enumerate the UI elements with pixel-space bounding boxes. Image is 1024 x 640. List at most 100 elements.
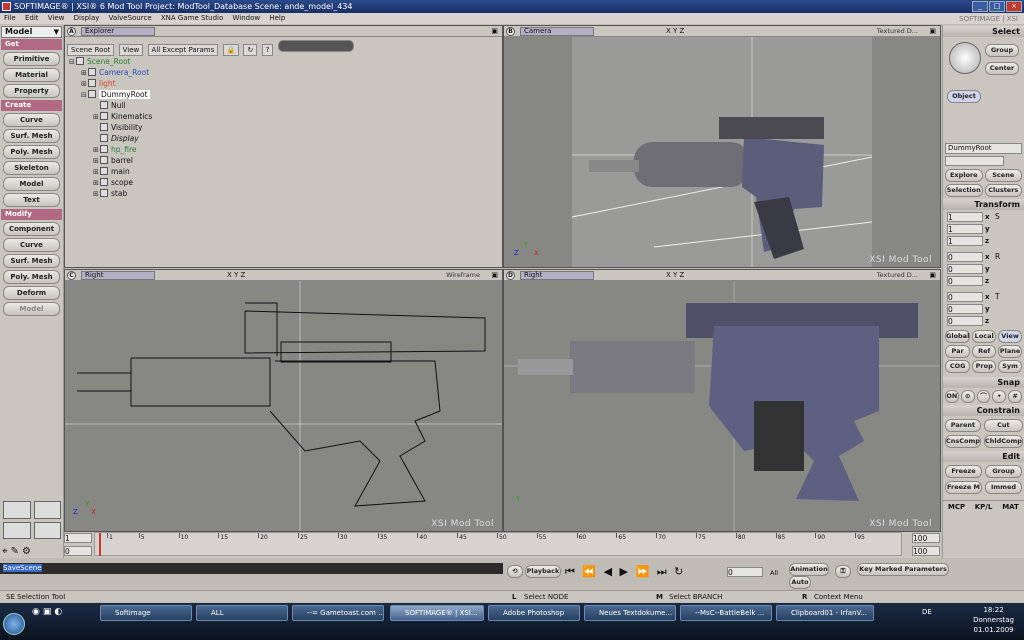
modify-poly-mesh-button[interactable]: Poly. Mesh bbox=[3, 270, 60, 284]
snap-grid2-icon[interactable]: # bbox=[1008, 390, 1022, 403]
rotate-z-field[interactable]: 0 bbox=[947, 275, 983, 286]
tree-node[interactable]: ⊞ main bbox=[69, 166, 152, 177]
cnscomp-button[interactable]: CnsComp bbox=[945, 435, 981, 448]
command-line[interactable]: SaveScene bbox=[0, 563, 503, 574]
create-poly-mesh-button[interactable]: Poly. Mesh bbox=[3, 145, 60, 159]
task-softimage-xsi[interactable]: SOFTIMAGE® | XSI... bbox=[390, 605, 484, 621]
key-icon[interactable]: ⚿ bbox=[835, 565, 851, 578]
task-photoshop[interactable]: Adobe Photoshop bbox=[488, 605, 580, 621]
viewport-letter[interactable]: C bbox=[67, 271, 76, 280]
layout-icon[interactable] bbox=[33, 521, 61, 539]
tab-mat[interactable]: MAT bbox=[997, 501, 1024, 513]
all-label[interactable]: All bbox=[770, 569, 778, 577]
translate-icon[interactable]: T bbox=[995, 292, 1000, 301]
axes-toggle[interactable]: X Y Z bbox=[666, 26, 684, 36]
create-surf-mesh-button[interactable]: Surf. Mesh bbox=[3, 129, 60, 143]
primitive-button[interactable]: Primitive bbox=[3, 52, 60, 66]
menu-xna[interactable]: XNA Game Studio bbox=[161, 14, 223, 22]
deform-button[interactable]: Deform bbox=[3, 286, 60, 300]
snap-point-icon[interactable]: • bbox=[992, 390, 1007, 403]
transport-buttons[interactable]: ⏮ ⏪ ◀ ▶ ⏩ ⏭ ↻ bbox=[565, 565, 685, 579]
clusters-button[interactable]: Clusters bbox=[984, 184, 1022, 197]
timeline-current-field[interactable]: 0 bbox=[64, 546, 92, 556]
tree-node[interactable]: ⊞ stab bbox=[69, 188, 152, 199]
object-sub-field[interactable] bbox=[945, 156, 1004, 166]
ref-button[interactable]: Ref bbox=[972, 345, 997, 358]
system-clock[interactable]: 18:22 Donnerstag 01.01.2009 bbox=[973, 605, 1014, 635]
create-model-button[interactable]: Model bbox=[3, 177, 60, 191]
toolbar-mode-select[interactable]: Model ▼ bbox=[1, 26, 62, 38]
translate-z-field[interactable]: 0 bbox=[947, 315, 983, 326]
scale-y-field[interactable]: 1 bbox=[947, 223, 983, 234]
playback-button[interactable]: Playback bbox=[525, 565, 561, 578]
tree-node[interactable]: ⊟ Scene_Root bbox=[69, 56, 152, 67]
timeline-end2-field[interactable]: 100 bbox=[912, 546, 940, 556]
group-select-button[interactable]: Group bbox=[985, 44, 1019, 57]
display-mode[interactable]: Textured D... bbox=[877, 270, 918, 280]
maximize-viewport-icon[interactable]: ▣ bbox=[491, 26, 498, 36]
object-name-field[interactable]: DummyRoot bbox=[945, 143, 1022, 154]
menu-valvesource[interactable]: ValveSource bbox=[109, 14, 152, 22]
task-irfanview[interactable]: Clipboard01 - IrfanV... bbox=[776, 605, 874, 621]
params-filter[interactable]: All Except Params bbox=[147, 44, 219, 56]
viewport-letter[interactable]: A bbox=[67, 27, 76, 36]
layout-icon[interactable] bbox=[33, 501, 61, 519]
right-mode-select[interactable]: Right bbox=[81, 271, 155, 280]
rotate-y-field[interactable]: 0 bbox=[947, 263, 983, 274]
component-button[interactable]: Component bbox=[3, 222, 60, 236]
global-button[interactable]: Global bbox=[945, 330, 971, 343]
center-button[interactable]: Center bbox=[985, 62, 1019, 75]
right-textured-viewport[interactable]: D Right X Y Z Textured D... ▣ Y XSI Mod … bbox=[503, 269, 941, 532]
translate-x-field[interactable]: 0 bbox=[947, 291, 983, 302]
timeline-start-field[interactable]: 1 bbox=[64, 533, 92, 543]
tree-node[interactable]: Visibility bbox=[69, 122, 152, 133]
menu-edit[interactable]: Edit bbox=[25, 14, 39, 22]
tool-icons[interactable]: ⌖✎⚙ bbox=[2, 546, 34, 557]
layout-icon[interactable] bbox=[3, 501, 31, 519]
tree-node[interactable]: ⊞ Kinematics bbox=[69, 111, 152, 122]
viewport-letter[interactable]: D bbox=[506, 271, 515, 280]
language-indicator[interactable]: DE bbox=[922, 608, 932, 616]
viewport-letter[interactable]: B bbox=[506, 27, 515, 36]
menu-view[interactable]: View bbox=[48, 14, 65, 22]
property-button[interactable]: Property bbox=[3, 84, 60, 98]
timeline-track[interactable]: 1 5 10 15 20 25 30 35 40 45 50 55 60 65 70 75 80 85 90 95 bbox=[94, 532, 902, 556]
quick-launch-icons[interactable]: ◉▣◐ bbox=[32, 607, 65, 617]
tree-node[interactable]: Null bbox=[69, 100, 152, 111]
object-filter-button[interactable]: Object bbox=[947, 90, 981, 103]
maximize-viewport-icon[interactable]: ▣ bbox=[929, 270, 936, 280]
prop-button[interactable]: Prop bbox=[972, 360, 997, 373]
tree-node[interactable]: ⊞ barrel bbox=[69, 155, 152, 166]
display-mode[interactable]: Textured D... bbox=[877, 26, 918, 36]
cut-button[interactable]: Cut bbox=[983, 419, 1023, 432]
explorer-mode-select[interactable]: Explorer bbox=[81, 27, 155, 36]
tree-node[interactable]: ⊞ hp_fire bbox=[69, 144, 152, 155]
timeline-end-field[interactable]: 100 bbox=[912, 533, 940, 543]
group-button[interactable]: Group bbox=[985, 465, 1022, 478]
task-textdokument[interactable]: Neues Textdokume... bbox=[584, 605, 676, 621]
layout-icon[interactable] bbox=[3, 521, 31, 539]
view-menu[interactable]: View bbox=[118, 44, 144, 56]
task-all[interactable]: ALL bbox=[196, 605, 288, 621]
scale-x-field[interactable]: 1 bbox=[947, 211, 983, 222]
tree-node[interactable]: ⊟ DummyRoot bbox=[69, 89, 152, 100]
menu-file[interactable]: File bbox=[4, 14, 16, 22]
frame-input[interactable]: 0 bbox=[727, 567, 763, 577]
minimize-button[interactable]: _ bbox=[972, 1, 988, 12]
sym-button[interactable]: Sym bbox=[998, 360, 1022, 373]
loop-icon[interactable]: ⟲ bbox=[507, 565, 523, 578]
material-button[interactable]: Material bbox=[3, 68, 60, 82]
help-icon[interactable]: ? bbox=[261, 44, 274, 56]
start-button[interactable] bbox=[3, 613, 25, 635]
maximize-viewport-icon[interactable]: ▣ bbox=[929, 26, 936, 36]
modify-surf-mesh-button[interactable]: Surf. Mesh bbox=[3, 254, 60, 268]
task-gametoast[interactable]: --= Gametoast.com ... bbox=[292, 605, 384, 621]
select-arrow-icon[interactable] bbox=[949, 42, 981, 74]
snap-on-toggle[interactable]: ON bbox=[945, 390, 959, 403]
text-button[interactable]: Text bbox=[3, 193, 60, 207]
right-textured-mode-select[interactable]: Right bbox=[520, 271, 594, 280]
scene-button[interactable]: Scene bbox=[984, 169, 1022, 182]
translate-y-field[interactable]: 0 bbox=[947, 303, 983, 314]
view-button[interactable]: View bbox=[998, 330, 1022, 343]
modify-curve-button[interactable]: Curve bbox=[3, 238, 60, 252]
